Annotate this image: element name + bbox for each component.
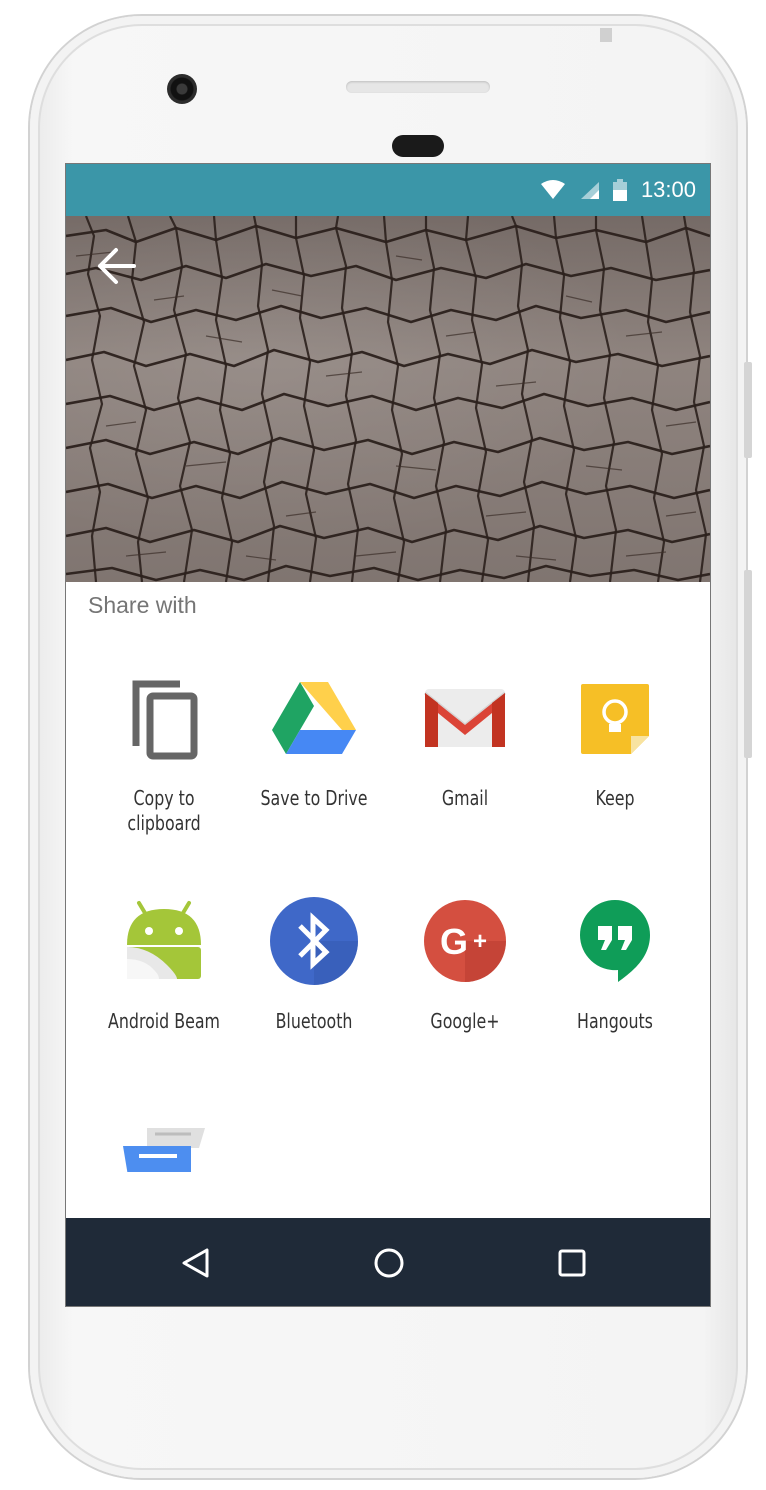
share-target-label: Keep bbox=[595, 786, 635, 810]
share-target-android-beam[interactable]: Android Beam bbox=[89, 893, 239, 1034]
back-triangle-icon bbox=[182, 1248, 209, 1278]
share-target-label: Copy to clipboard bbox=[127, 786, 201, 835]
messages-icon bbox=[123, 1128, 205, 1172]
svg-text:G: G bbox=[440, 921, 468, 962]
hangouts-icon bbox=[579, 900, 650, 982]
header-image bbox=[66, 216, 710, 582]
android-beam-icon bbox=[127, 901, 201, 979]
share-target-label: Save to Drive bbox=[260, 786, 368, 810]
gmail-icon bbox=[424, 689, 506, 747]
wifi-icon bbox=[540, 180, 565, 199]
share-sheet-title: Share with bbox=[88, 592, 197, 618]
share-target-bluetooth[interactable]: Bluetooth bbox=[239, 893, 389, 1034]
share-target-gmail[interactable]: Gmail bbox=[390, 670, 540, 811]
volume-button bbox=[744, 362, 752, 458]
home-circle-icon bbox=[374, 1248, 404, 1278]
battery-icon bbox=[612, 179, 627, 201]
bluetooth-icon bbox=[270, 897, 358, 985]
arrow-back-icon bbox=[98, 248, 136, 284]
cell-signal-icon bbox=[580, 182, 599, 199]
svg-text:+: + bbox=[473, 928, 487, 955]
navigation-bar bbox=[66, 1218, 710, 1306]
status-time: 13:00 bbox=[640, 177, 696, 202]
google-drive-icon bbox=[272, 682, 356, 754]
front-camera bbox=[167, 74, 197, 104]
phone-screen: 13:00 Share with Copy to clipboard Save … bbox=[66, 164, 710, 1306]
share-target-label: Bluetooth bbox=[275, 1009, 353, 1033]
nav-home-button[interactable] bbox=[364, 1238, 414, 1288]
share-target-label: Google+ bbox=[430, 1009, 500, 1033]
phone-top-button bbox=[600, 28, 612, 42]
share-target-hangouts[interactable]: Hangouts bbox=[540, 893, 690, 1034]
earpiece-speaker bbox=[346, 81, 490, 93]
share-target-label: Hangouts bbox=[577, 1009, 653, 1033]
share-target-keep[interactable]: Keep bbox=[540, 670, 690, 811]
copy-icon bbox=[132, 680, 198, 760]
proximity-sensor bbox=[392, 135, 444, 157]
keep-icon bbox=[581, 684, 649, 754]
cracked-earth-texture bbox=[66, 216, 710, 582]
google-plus-icon: G + bbox=[424, 900, 506, 982]
status-bar: 13:00 bbox=[66, 164, 710, 216]
share-target-google-plus[interactable]: G + Google+ bbox=[390, 893, 540, 1034]
share-target-label: Gmail bbox=[441, 786, 489, 810]
power-button bbox=[744, 570, 752, 758]
recents-square-icon bbox=[558, 1249, 586, 1277]
nav-back-button[interactable] bbox=[171, 1238, 221, 1288]
share-target-copy-to-clipboard[interactable]: Copy to clipboard bbox=[89, 670, 239, 836]
share-target-label: Android Beam bbox=[108, 1009, 220, 1033]
back-button[interactable] bbox=[96, 246, 148, 298]
share-target-messages[interactable] bbox=[89, 1122, 239, 1172]
share-target-save-to-drive[interactable]: Save to Drive bbox=[239, 670, 389, 811]
nav-recents-button[interactable] bbox=[547, 1238, 597, 1288]
